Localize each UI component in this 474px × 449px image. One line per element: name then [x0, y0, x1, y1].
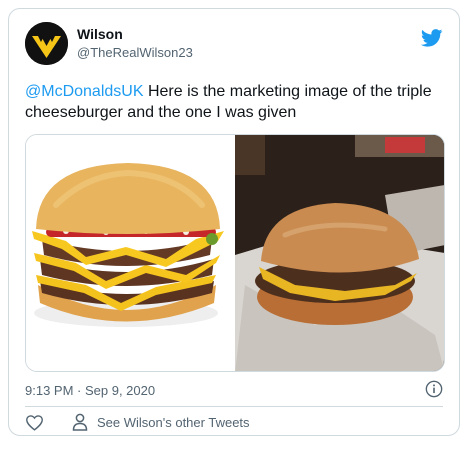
- marketing-burger-image: [26, 135, 233, 371]
- author-name[interactable]: Wilson: [77, 26, 123, 42]
- tweet-timestamp[interactable]: 9:13 PM · Sep 9, 2020: [25, 383, 155, 398]
- wu-tang-logo-icon: [25, 22, 68, 65]
- avatar[interactable]: [25, 22, 68, 65]
- twitter-bird-icon[interactable]: [421, 29, 443, 47]
- tweet-card[interactable]: Wilson @TheRealWilson23 @McDonaldsUK Her…: [8, 8, 460, 436]
- actual-burger-image: [235, 135, 444, 371]
- author-handle[interactable]: @TheRealWilson23: [77, 45, 193, 60]
- actual-burger-photo[interactable]: [235, 135, 444, 371]
- mention-link[interactable]: @McDonaldsUK: [25, 83, 144, 100]
- marketing-burger-photo[interactable]: [26, 135, 235, 371]
- see-other-tweets-link[interactable]: See Wilson's other Tweets: [97, 415, 250, 430]
- tweet-text: @McDonaldsUK Here is the marketing image…: [25, 81, 445, 123]
- info-icon[interactable]: [425, 380, 443, 398]
- user-icon: [72, 413, 88, 431]
- divider: [25, 406, 443, 407]
- heart-icon[interactable]: [25, 414, 44, 431]
- media-grid: [25, 134, 445, 372]
